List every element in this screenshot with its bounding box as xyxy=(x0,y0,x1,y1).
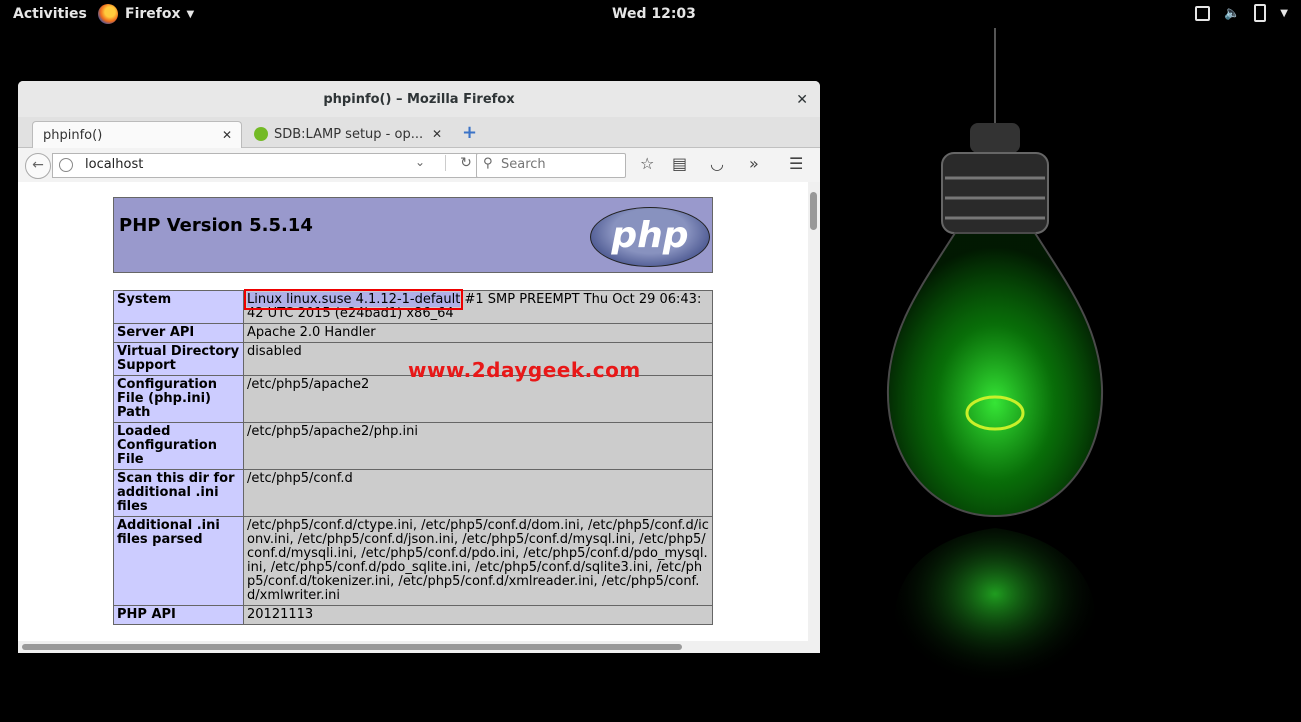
page-content: PHP Version 5.5.14 php System Linux linu… xyxy=(18,182,820,653)
reading-list-icon[interactable]: ▤ xyxy=(672,154,687,173)
url-bar[interactable]: localhost ⌄ ↻ xyxy=(52,153,489,178)
table-row: Configuration File (php.ini) Path /etc/p… xyxy=(113,375,713,423)
row-key: Additional .ini files parsed xyxy=(113,516,244,606)
scrollbar-thumb[interactable] xyxy=(22,644,682,650)
horizontal-scrollbar[interactable] xyxy=(18,641,820,653)
window-title: phpinfo() – Mozilla Firefox xyxy=(323,92,515,107)
tab-label: phpinfo() xyxy=(43,127,103,143)
row-key: System xyxy=(113,290,244,324)
top-bar: Activities Firefox ▼ Wed 12:03 🔈 ▼ xyxy=(0,0,1301,28)
row-value: Linux linux.suse 4.1.12-1-default #1 SMP… xyxy=(243,289,713,324)
close-tab-icon[interactable]: ✕ xyxy=(219,128,235,142)
pocket-icon[interactable]: ◡ xyxy=(710,154,724,173)
table-row: Additional .ini files parsed /etc/php5/c… xyxy=(113,516,713,606)
chevron-down-icon[interactable]: ⌄ xyxy=(415,155,425,169)
app-menu[interactable]: Firefox ▼ xyxy=(98,4,194,24)
app-menu-label: Firefox xyxy=(125,6,181,22)
php-version-title: PHP Version 5.5.14 xyxy=(119,215,313,236)
row-key: Server API xyxy=(113,323,244,343)
search-box[interactable]: ⚲ xyxy=(476,153,626,178)
hamburger-menu-icon[interactable]: ☰ xyxy=(789,154,803,173)
tab-sdb-lamp[interactable]: SDB:LAMP setup - op... ✕ xyxy=(246,121,451,147)
row-value: /etc/php5/apache2 xyxy=(243,375,713,423)
tab-strip: phpinfo() ✕ SDB:LAMP setup - op... ✕ + xyxy=(18,117,820,148)
php-version-header: PHP Version 5.5.14 php xyxy=(113,197,713,273)
row-value: /etc/php5/apache2/php.ini xyxy=(243,422,713,470)
row-value: /etc/php5/conf.d/ctype.ini, /etc/php5/co… xyxy=(243,516,713,606)
row-value: 20121113 xyxy=(243,605,713,625)
php-logo: php xyxy=(590,207,710,267)
row-key: PHP API xyxy=(113,605,244,625)
scrollbar-thumb[interactable] xyxy=(810,192,817,230)
tab-phpinfo[interactable]: phpinfo() ✕ xyxy=(32,121,242,148)
row-key: Scan this dir for additional .ini files xyxy=(113,469,244,517)
window-titlebar[interactable]: phpinfo() – Mozilla Firefox ✕ xyxy=(18,81,820,117)
table-row: Server API Apache 2.0 Handler xyxy=(113,323,713,343)
tab-label: SDB:LAMP setup - op... xyxy=(274,126,424,142)
watermark-text: www.2daygeek.com xyxy=(408,358,641,382)
clock[interactable]: Wed 12:03 xyxy=(612,6,696,22)
system-tray[interactable]: 🔈 ▼ xyxy=(1195,4,1288,22)
php-info-table: System Linux linux.suse 4.1.12-1-default… xyxy=(113,289,713,625)
back-button[interactable]: ← xyxy=(25,153,51,179)
row-key: Virtual Directory Support xyxy=(113,342,244,376)
table-row: System Linux linux.suse 4.1.12-1-default… xyxy=(113,289,713,324)
row-key: Loaded Configuration File xyxy=(113,422,244,470)
firefox-window: phpinfo() – Mozilla Firefox ✕ phpinfo() … xyxy=(18,81,820,653)
close-tab-icon[interactable]: ✕ xyxy=(429,127,445,141)
table-row: PHP API 20121113 xyxy=(113,605,713,625)
chevron-down-icon: ▼ xyxy=(186,8,195,20)
bookmark-star-icon[interactable]: ☆ xyxy=(640,154,654,173)
window-close-button[interactable]: ✕ xyxy=(796,81,808,119)
row-value: Apache 2.0 Handler xyxy=(243,323,713,343)
table-row: Scan this dir for additional .ini files … xyxy=(113,469,713,517)
activities-button[interactable]: Activities xyxy=(13,6,87,22)
row-value: /etc/php5/conf.d xyxy=(243,469,713,517)
battery-icon xyxy=(1254,4,1267,22)
opensuse-icon xyxy=(254,127,268,141)
screen-icon xyxy=(1195,5,1210,21)
desktop-wallpaper-lightbulb xyxy=(886,28,1104,693)
firefox-icon xyxy=(98,4,118,24)
highlighted-kernel-version: Linux linux.suse 4.1.12-1-default xyxy=(243,289,464,310)
row-key: Configuration File (php.ini) Path xyxy=(113,375,244,423)
url-text[interactable]: localhost xyxy=(85,157,143,172)
overflow-chevron-icon[interactable]: » xyxy=(749,154,759,173)
globe-icon xyxy=(59,158,73,172)
search-icon: ⚲ xyxy=(483,156,493,171)
table-row: Loaded Configuration File /etc/php5/apac… xyxy=(113,422,713,470)
php-logo-text: php xyxy=(611,215,689,256)
chevron-down-icon: ▼ xyxy=(1280,7,1288,19)
new-tab-button[interactable]: + xyxy=(462,122,477,143)
search-input[interactable] xyxy=(499,156,623,173)
navigation-bar: ← localhost ⌄ ↻ ⚲ ☆ ▤ ◡ » ☰ xyxy=(18,148,820,183)
vertical-scrollbar[interactable] xyxy=(808,182,820,641)
volume-icon: 🔈 xyxy=(1224,5,1241,21)
